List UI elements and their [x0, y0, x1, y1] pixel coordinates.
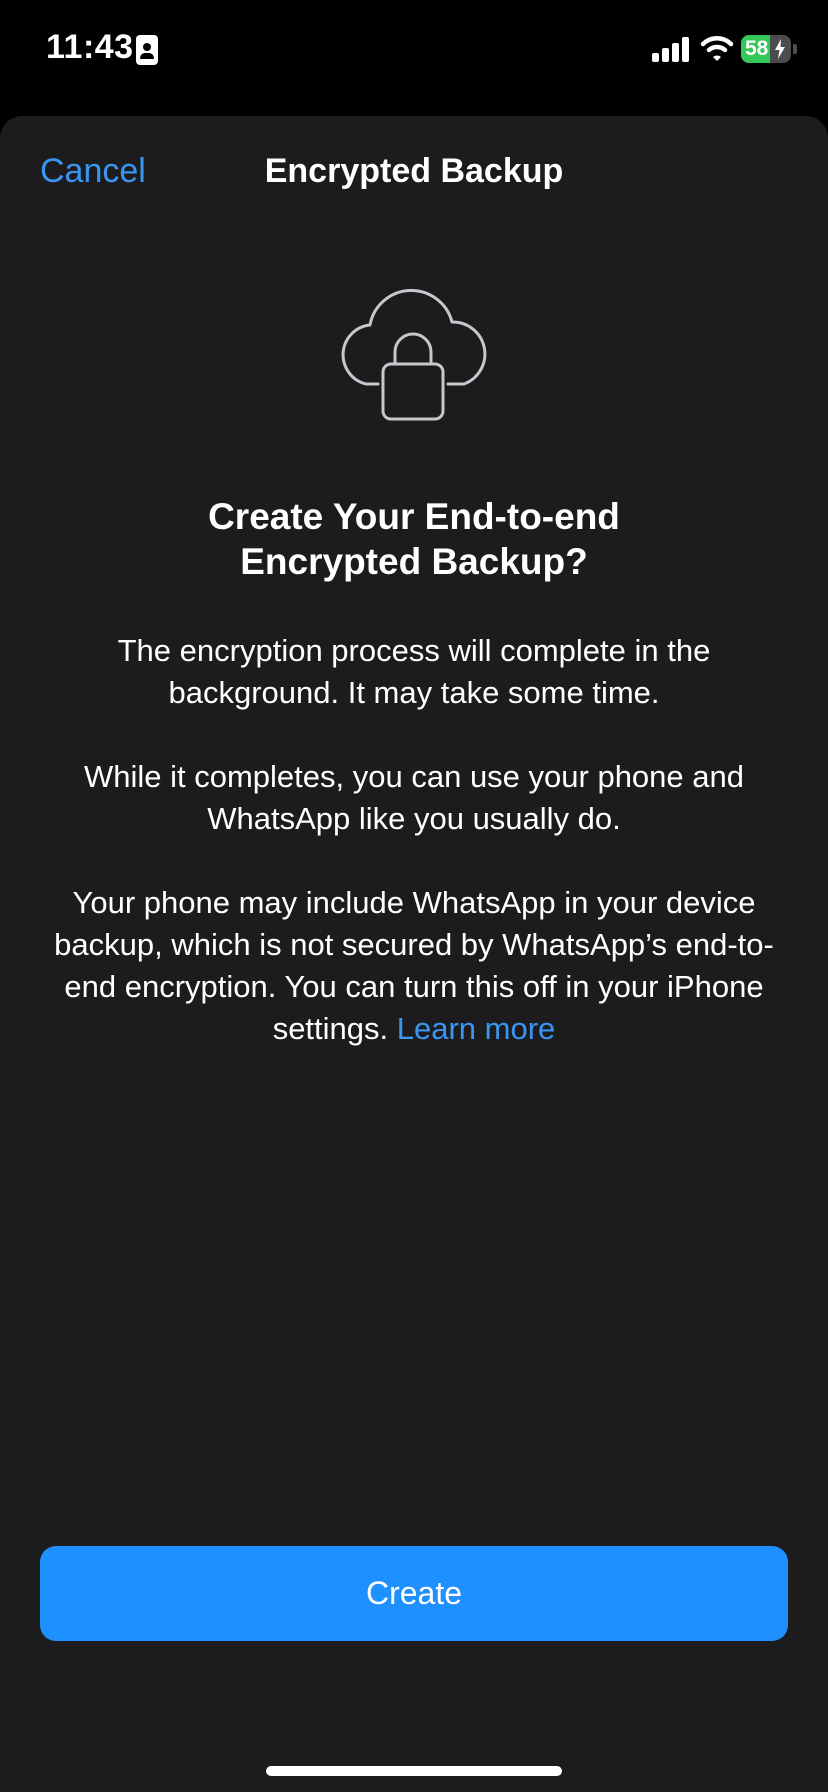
wifi-icon	[700, 36, 734, 61]
home-indicator	[266, 1766, 562, 1776]
id-card-icon	[136, 35, 158, 65]
heading-line-2: Encrypted Backup?	[240, 541, 588, 582]
nav-title: Encrypted Backup	[264, 152, 564, 190]
modal-sheet: Cancel Encrypted Backup Create Your End-…	[0, 116, 828, 1792]
heading-line-1: Create Your End-to-end	[208, 496, 620, 537]
cloud-lock-icon	[341, 289, 487, 421]
battery-percent: 58	[745, 37, 769, 60]
info-paragraph-device-backup: Your phone may include WhatsApp in your …	[44, 882, 784, 1050]
nav-bar: Cancel Encrypted Backup	[0, 116, 828, 228]
signal-icon	[652, 36, 692, 62]
battery-cap	[793, 44, 797, 54]
battery-icon: 58	[741, 35, 791, 63]
learn-more-link[interactable]: Learn more	[397, 1011, 556, 1046]
create-button[interactable]: Create	[40, 1546, 788, 1641]
screen: 11:43 58 Cancel Encrypted Backup Create …	[0, 0, 828, 1792]
page-heading: Create Your End-to-end Encrypted Backup?	[64, 494, 764, 584]
status-bar: 11:43 58	[0, 0, 828, 110]
info-paragraph-usage: While it completes, you can use your pho…	[84, 759, 744, 836]
info-paragraph-background: The encryption process will complete in …	[117, 633, 711, 710]
status-time: 11:43	[46, 28, 134, 66]
charging-bolt-icon	[775, 39, 785, 59]
